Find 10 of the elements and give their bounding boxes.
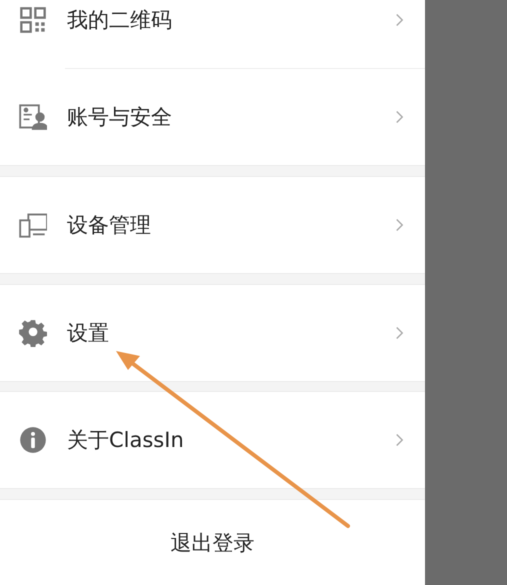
chevron-icon <box>394 218 405 232</box>
info-icon <box>19 426 47 454</box>
chevron-icon <box>394 433 405 448</box>
gear-icon <box>19 318 47 346</box>
devices-icon <box>19 210 47 239</box>
chevron-icon <box>394 326 405 340</box>
chevron-icon <box>394 110 405 124</box>
chevron-icon <box>394 13 405 27</box>
qr-code-icon <box>19 6 47 34</box>
id-card-person-icon <box>19 103 47 131</box>
